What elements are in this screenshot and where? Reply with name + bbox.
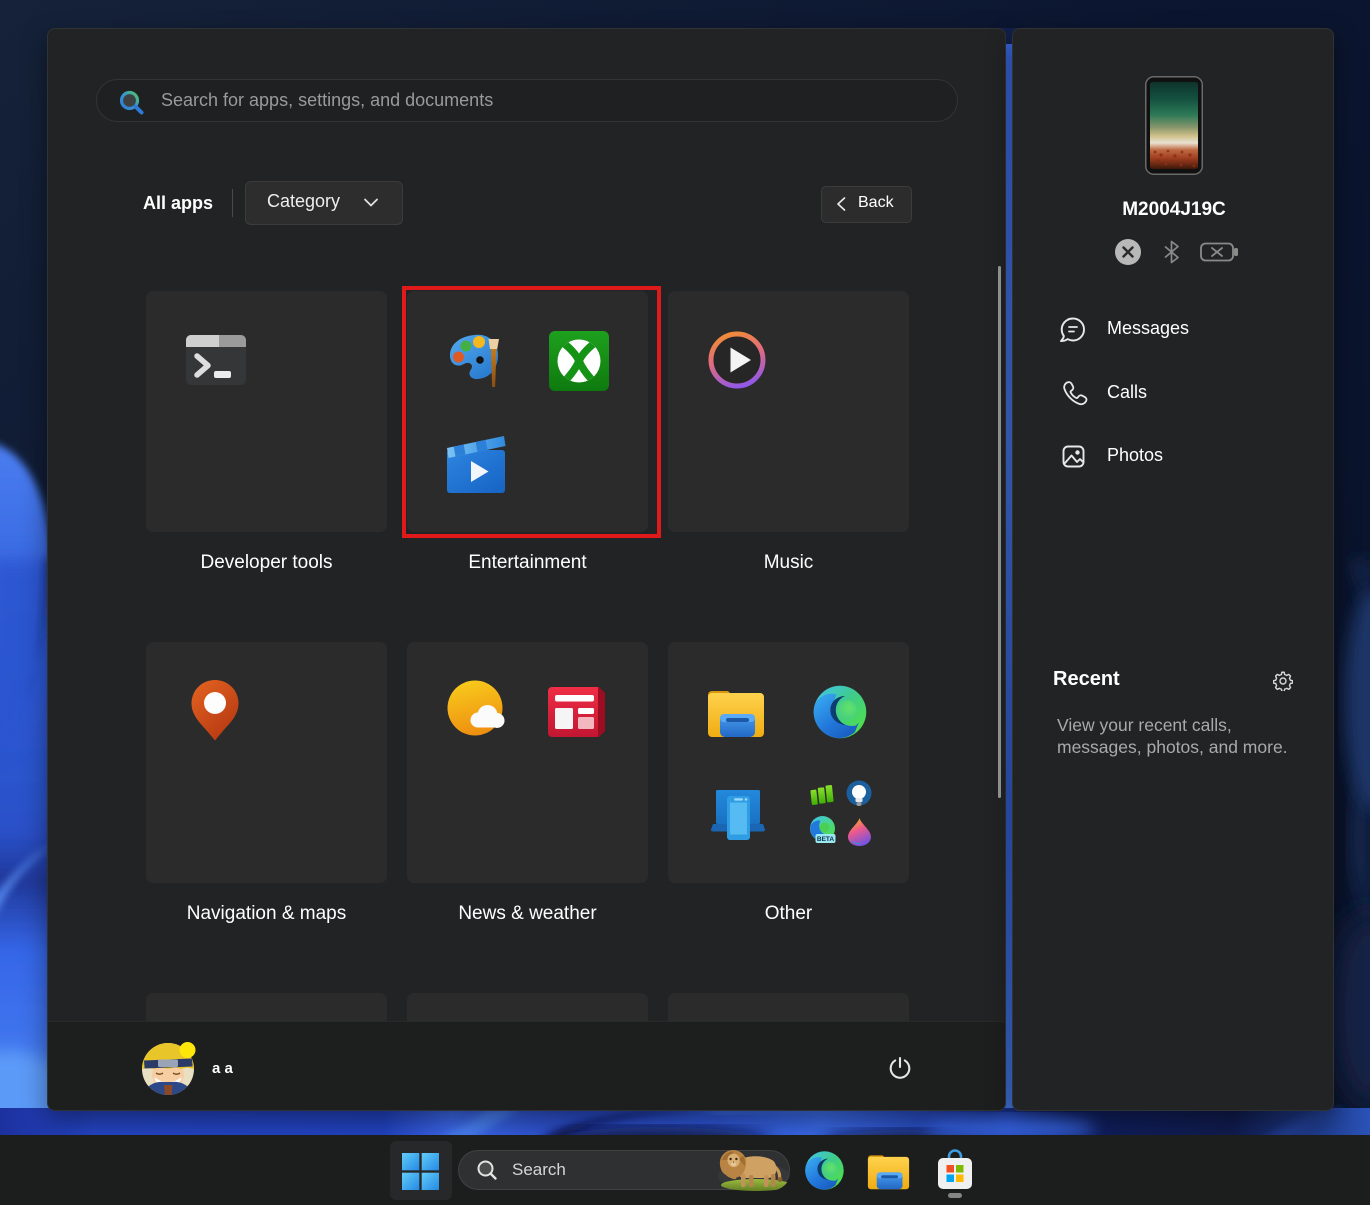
svg-text:BETA: BETA [817,836,835,843]
